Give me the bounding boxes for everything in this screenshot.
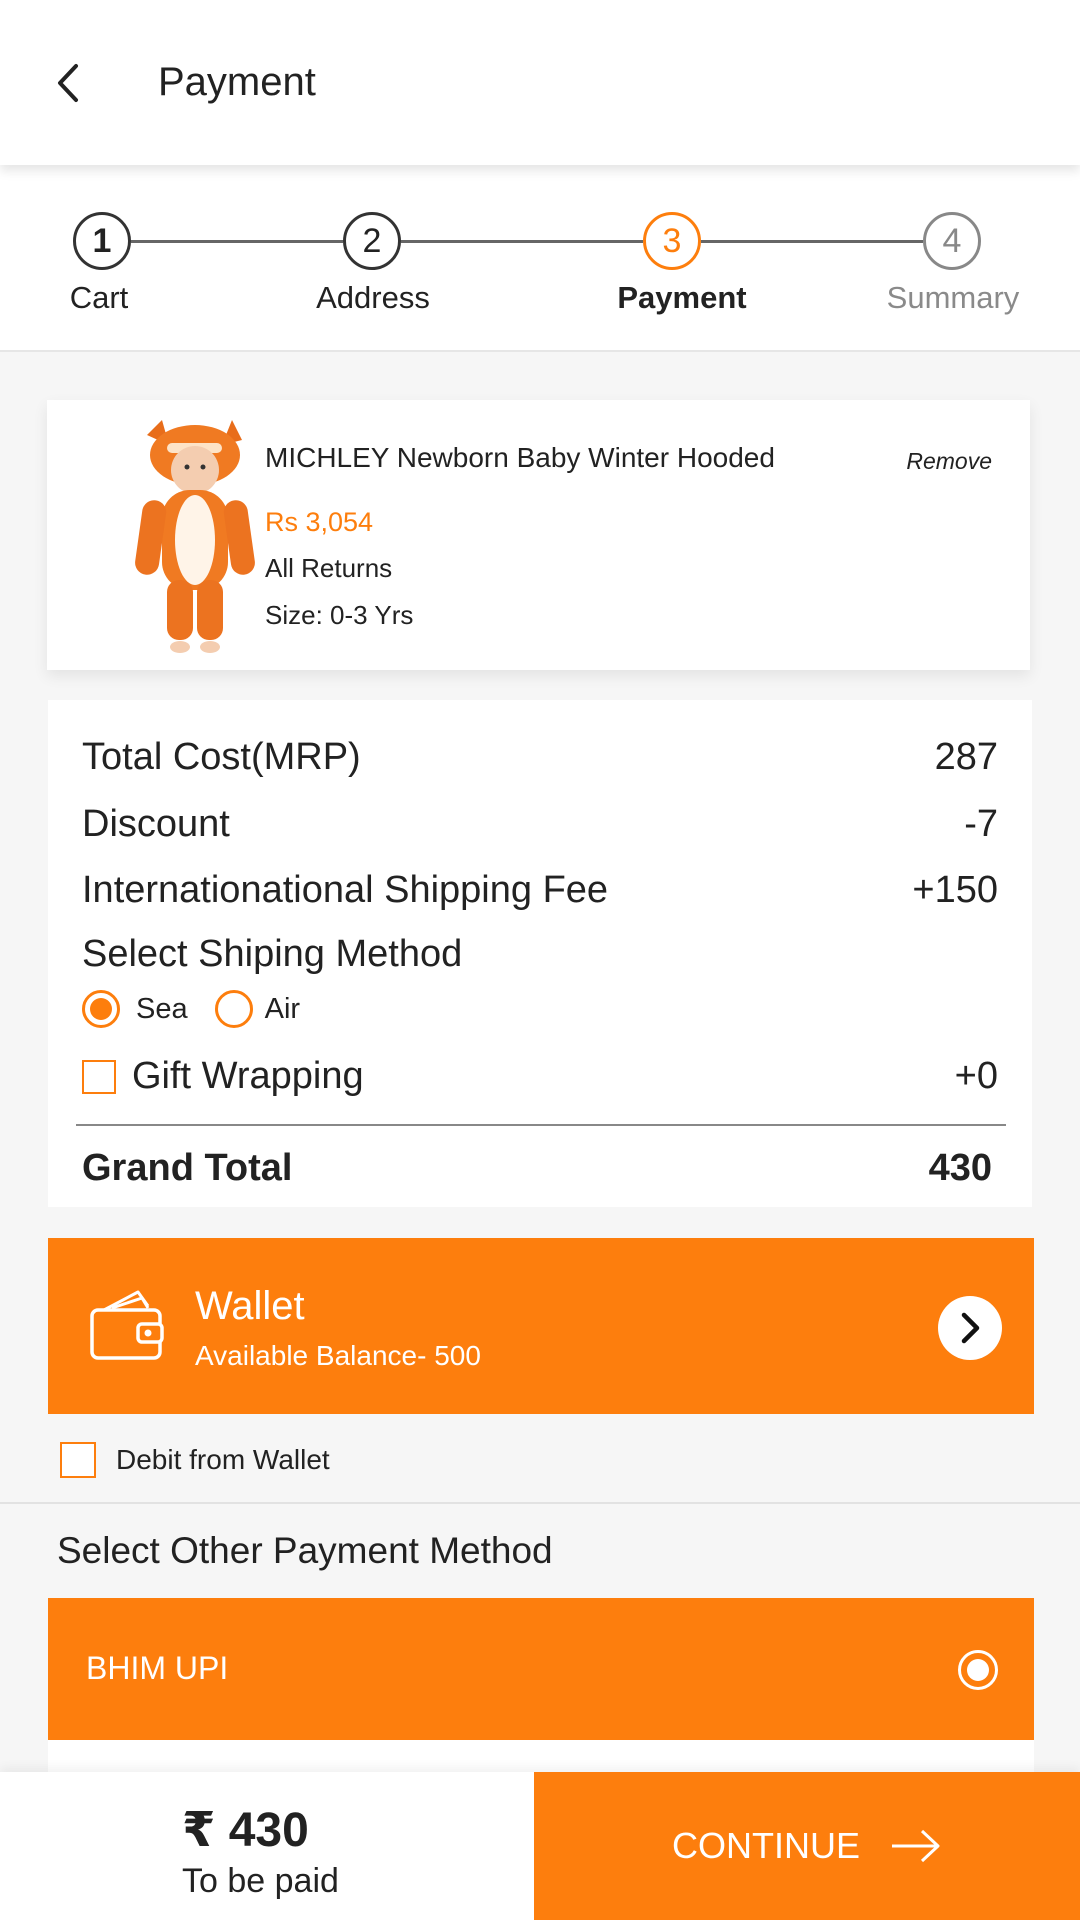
step-3-circle[interactable]: 3 <box>643 212 701 270</box>
product-image <box>135 420 255 653</box>
radio-selected-dot <box>90 998 112 1020</box>
air-label[interactable]: Air <box>265 993 300 1026</box>
back-button[interactable] <box>50 58 90 108</box>
gift-wrapping-checkbox[interactable] <box>82 1059 116 1094</box>
step-connector <box>701 240 923 243</box>
app-header: Payment <box>0 0 1080 165</box>
step-connector <box>131 240 343 243</box>
gift-wrapping-row: Gift Wrapping +0 <box>82 1055 998 1098</box>
debit-wallet-row: Debit from Wallet <box>60 1442 330 1478</box>
cart-item-card: MICHLEY Newborn Baby Winter Hooded Remov… <box>47 400 1030 670</box>
page-title: Payment <box>158 60 316 104</box>
payment-option-bhim-upi[interactable]: BHIM UPI <box>48 1598 1034 1740</box>
continue-label: CONTINUE <box>672 1825 860 1866</box>
grand-total-row: Grand Total 430 <box>82 1147 998 1190</box>
amount-to-pay: ₹ 430 <box>182 1804 309 1857</box>
gift-wrapping-value: +0 <box>954 1055 998 1097</box>
product-name[interactable]: MICHLEY Newborn Baby Winter Hooded <box>265 442 775 474</box>
shipping-method-label: Select Shiping Method <box>82 933 463 975</box>
wallet-open-button[interactable] <box>938 1296 1002 1360</box>
section-divider <box>0 1502 1080 1504</box>
payment-option-label: BHIM UPI <box>86 1650 229 1686</box>
price-summary: Total Cost(MRP) 287 Discount -7 Internat… <box>48 700 1032 1207</box>
payment-option-radio[interactable] <box>958 1650 998 1690</box>
wallet-card[interactable]: Wallet Available Balance- 500 <box>48 1238 1034 1414</box>
continue-button[interactable]: CONTINUE <box>534 1772 1080 1920</box>
shipping-fee-value: +150 <box>912 869 998 911</box>
shipping-method-row: Select Shiping Method <box>82 933 998 976</box>
sea-radio[interactable] <box>82 990 120 1028</box>
total-cost-row: Total Cost(MRP) 287 <box>82 736 998 779</box>
discount-row: Discount -7 <box>82 803 998 846</box>
amount-to-pay-label: To be paid <box>182 1862 339 1900</box>
step-connector <box>401 240 643 243</box>
divider <box>76 1124 1006 1126</box>
product-price: Rs 3,054 <box>265 507 374 537</box>
wallet-balance: Available Balance- 500 <box>195 1340 481 1371</box>
radio-selected-dot <box>967 1659 989 1681</box>
step-1-circle[interactable]: 1 <box>73 212 131 270</box>
checkout-stepper: 1 2 3 4 Cart Address Payment Summary <box>0 165 1080 352</box>
shipping-fee-row: Internationational Shipping Fee +150 <box>82 869 998 912</box>
step-3-label: Payment <box>617 280 747 315</box>
checkout-footer: ₹ 430 To be paid CONTINUE <box>0 1772 1080 1920</box>
remove-button[interactable]: Remove <box>906 448 992 475</box>
total-cost-label: Total Cost(MRP) <box>82 736 361 778</box>
discount-value: -7 <box>964 803 998 845</box>
wallet-title: Wallet <box>195 1284 305 1328</box>
debit-wallet-checkbox[interactable] <box>60 1442 96 1478</box>
other-payment-title: Select Other Payment Method <box>57 1530 553 1571</box>
chevron-right-icon <box>961 1312 980 1344</box>
product-returns: All Returns <box>265 553 393 583</box>
step-2-label: Address <box>316 280 430 315</box>
gift-wrapping-label[interactable]: Gift Wrapping <box>132 1055 364 1098</box>
air-radio[interactable] <box>214 990 253 1028</box>
step-4-label: Summary <box>886 280 1020 315</box>
shipping-fee-label: Internationational Shipping Fee <box>82 869 609 911</box>
step-4-circle[interactable]: 4 <box>923 212 981 270</box>
product-size: Size: 0-3 Yrs <box>265 600 414 630</box>
wallet-icon <box>90 1290 164 1360</box>
step-1-label: Cart <box>69 280 129 315</box>
sea-label[interactable]: Sea <box>136 993 188 1026</box>
total-cost-value: 287 <box>934 736 998 778</box>
step-2-circle[interactable]: 2 <box>343 212 401 270</box>
arrow-right-icon <box>892 1829 940 1863</box>
grand-total-value: 430 <box>928 1147 992 1189</box>
discount-label: Discount <box>82 803 230 845</box>
chevron-left-icon <box>58 64 78 102</box>
debit-wallet-label[interactable]: Debit from Wallet <box>116 1444 330 1476</box>
grand-total-label: Grand Total <box>82 1147 293 1189</box>
shipping-method-options: Sea Air <box>82 990 300 1028</box>
